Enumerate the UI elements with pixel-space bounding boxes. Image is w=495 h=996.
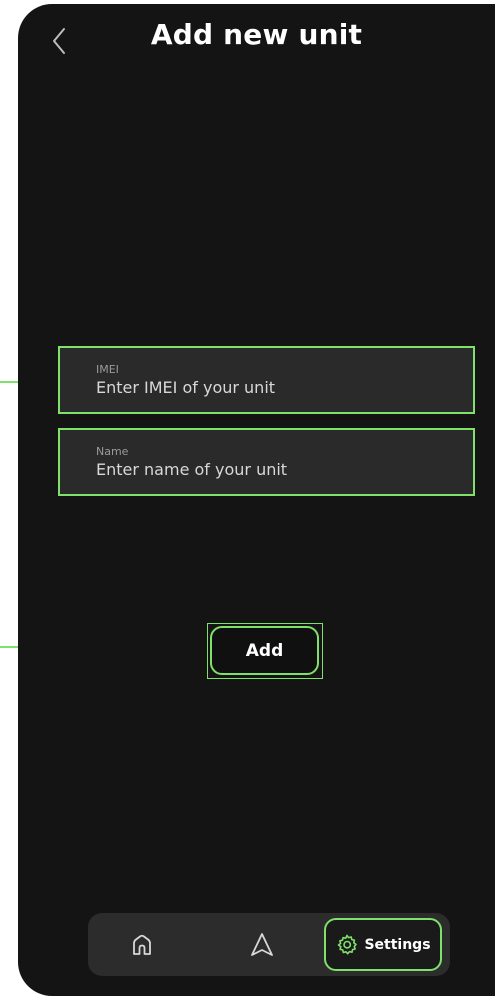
nav-settings-button[interactable]: Settings (324, 918, 442, 971)
add-button-highlight: Add (207, 623, 323, 679)
nav-navigation-button[interactable] (236, 913, 288, 976)
bottom-navigation: Settings (88, 913, 450, 976)
imei-field[interactable]: IMEI (58, 346, 475, 414)
name-input[interactable] (96, 460, 436, 479)
home-icon (133, 934, 151, 955)
add-button[interactable]: Add (210, 626, 319, 675)
imei-label: IMEI (96, 363, 119, 376)
name-label: Name (96, 445, 129, 458)
nav-home-button[interactable] (116, 913, 168, 976)
gear-icon (338, 934, 358, 954)
phone-screen: Add new unit IMEI Name Add Settings (18, 4, 495, 996)
page-title: Add new unit (150, 18, 363, 51)
imei-input[interactable] (96, 378, 436, 397)
nav-settings-label: Settings (364, 936, 431, 953)
name-field[interactable]: Name (58, 428, 475, 496)
navigation-arrow-icon (251, 932, 273, 956)
